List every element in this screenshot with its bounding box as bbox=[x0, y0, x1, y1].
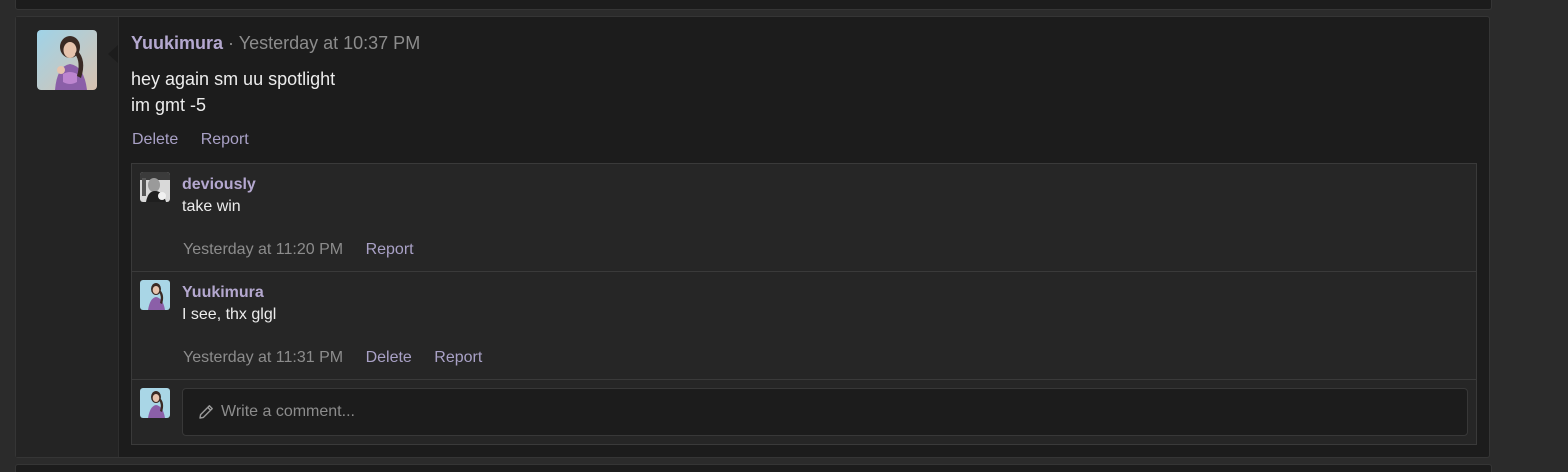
page: Yuukimura · Yesterday at 10:37 PM hey ag… bbox=[0, 0, 1568, 472]
post-delete-button[interactable]: Delete bbox=[132, 131, 178, 148]
post-report-button[interactable]: Report bbox=[201, 131, 249, 148]
post-message: hey again sm uu spotlight im gmt -5 bbox=[131, 66, 335, 118]
next-post-card bbox=[15, 464, 1492, 472]
post-header: Yuukimura · Yesterday at 10:37 PM bbox=[131, 33, 420, 54]
write-comment-input[interactable]: Write a comment... bbox=[182, 388, 1468, 436]
profile-post: Yuukimura · Yesterday at 10:37 PM hey ag… bbox=[15, 16, 1490, 458]
comment-report-button[interactable]: Report bbox=[434, 349, 482, 366]
author-avatar[interactable] bbox=[37, 30, 97, 90]
comment-author-link[interactable]: Yuukimura bbox=[182, 284, 264, 302]
post-pointer bbox=[108, 45, 118, 63]
comment: Yuukimura I see, thx glgl Yesterday at 1… bbox=[132, 272, 1476, 380]
previous-post-card bbox=[15, 0, 1492, 10]
write-comment-row: Write a comment... bbox=[132, 380, 1476, 444]
post-message-line: hey again sm uu spotlight bbox=[131, 69, 336, 89]
post-author-link[interactable]: Yuukimura bbox=[131, 33, 223, 53]
comment-timestamp[interactable]: Yesterday at 11:20 PM bbox=[183, 241, 343, 258]
comment-text: I see, thx glgl bbox=[182, 306, 277, 323]
comment-timestamp[interactable]: Yesterday at 11:31 PM bbox=[183, 349, 343, 366]
commenter-avatar[interactable] bbox=[140, 172, 170, 202]
comment-report-button[interactable]: Report bbox=[366, 241, 414, 258]
header-separator: · bbox=[228, 33, 235, 53]
comment-author-link[interactable]: deviously bbox=[182, 176, 256, 194]
post-actions: Delete Report bbox=[132, 131, 267, 149]
post-avatar-column bbox=[16, 17, 119, 457]
comment-text: take win bbox=[182, 198, 241, 215]
comment-delete-button[interactable]: Delete bbox=[366, 349, 412, 366]
write-comment-placeholder: Write a comment... bbox=[221, 403, 355, 420]
post-timestamp[interactable]: Yesterday at 10:37 PM bbox=[239, 33, 420, 53]
comment-meta: Yesterday at 11:20 PM Report bbox=[183, 241, 432, 259]
current-user-avatar bbox=[140, 388, 170, 418]
post-message-line: im gmt -5 bbox=[131, 95, 207, 115]
comment: deviously take win Yesterday at 11:20 PM… bbox=[132, 164, 1476, 272]
pencil-icon bbox=[197, 403, 215, 421]
comments-section: deviously take win Yesterday at 11:20 PM… bbox=[131, 163, 1477, 445]
comment-meta: Yesterday at 11:31 PM Delete Report bbox=[183, 349, 500, 367]
commenter-avatar[interactable] bbox=[140, 280, 170, 310]
